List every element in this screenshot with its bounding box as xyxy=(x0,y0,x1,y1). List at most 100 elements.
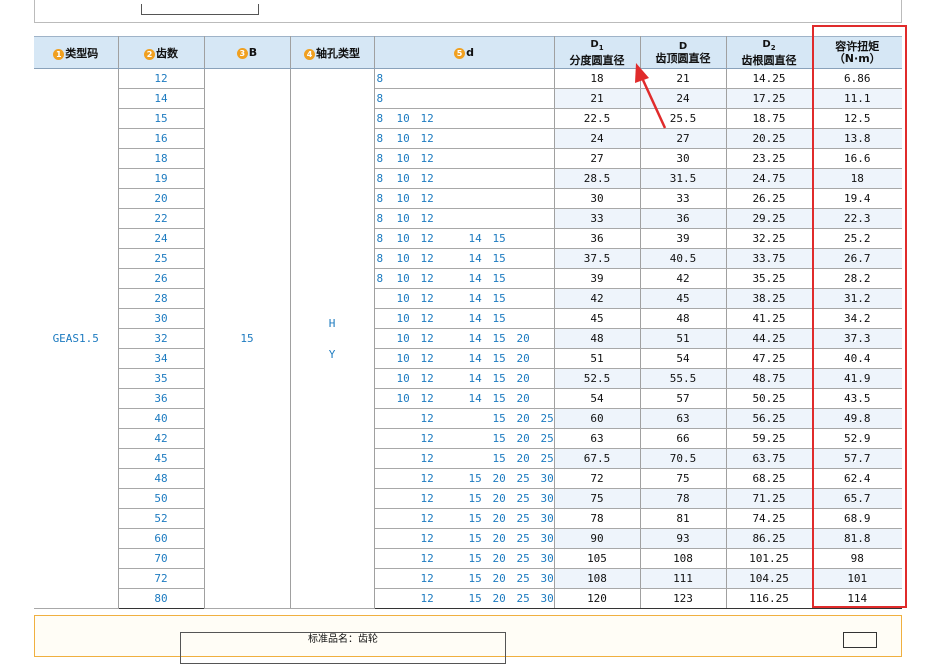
col-type-code: 1 类型码 xyxy=(34,36,119,69)
da-value: 81 xyxy=(676,512,690,525)
d-option: 12 xyxy=(420,112,434,125)
torque-value: 11.1 xyxy=(844,92,871,105)
torque-cell: 43.5 xyxy=(812,388,902,409)
teeth-cell: 19 xyxy=(118,168,205,189)
teeth-cell: 60 xyxy=(118,528,205,549)
badge-4: 4 xyxy=(304,48,315,60)
table-row: 70 12 15 20 25 30 105 108 101.25 98 xyxy=(34,548,902,569)
teeth-cell: 40 xyxy=(118,408,205,429)
teeth-value: 26 xyxy=(154,272,168,285)
d1-value: 108 xyxy=(587,572,607,585)
da-value: 31.5 xyxy=(669,172,697,185)
teeth-value: 18 xyxy=(154,152,168,165)
col-bore-type: 4 轴孔类型 xyxy=(290,36,375,69)
d-cell: 8 10 12 xyxy=(374,208,555,229)
teeth-value: 22 xyxy=(154,212,168,225)
d-option: 30 xyxy=(540,572,554,585)
d-option: 15 xyxy=(492,452,506,465)
df-cell: 26.25 xyxy=(726,188,813,209)
da-cell: 55.5 xyxy=(640,368,727,389)
d-option: 10 xyxy=(396,252,410,265)
d-option: 12 xyxy=(420,532,434,545)
d-option: 12 xyxy=(420,352,434,365)
da-value: 30 xyxy=(676,152,690,165)
d-option: 12 xyxy=(420,412,434,425)
df-value: 24.75 xyxy=(752,172,786,185)
table-row: 14 8 21 24 17.25 11.1 xyxy=(34,88,902,109)
d-cell: 8 10 12 14 15 xyxy=(374,228,555,249)
teeth-cell: 28 xyxy=(118,288,205,309)
df-value: 26.25 xyxy=(752,192,786,205)
d-option: 14 xyxy=(468,352,482,365)
product-name-box: 标准品名：齿轮 xyxy=(180,632,506,664)
col-type-code-label: 类型码 xyxy=(65,46,99,60)
d1-value: 72 xyxy=(590,472,604,485)
df-cell: 24.75 xyxy=(726,168,813,189)
table-row: 25 8 10 12 14 15 37.5 40.5 33.75 26.7 xyxy=(34,248,902,269)
col-torque-label: 容许扭矩 xyxy=(835,39,880,53)
df-cell: 101.25 xyxy=(726,548,813,569)
table-row: 72 12 15 20 25 30 108 111 104.25 101 xyxy=(34,568,902,589)
torque-cell: 49.8 xyxy=(812,408,902,429)
df-cell: 23.25 xyxy=(726,148,813,169)
d-option: 15 xyxy=(468,532,482,545)
col-d1-sub: 1 xyxy=(598,44,604,53)
df-cell: 44.25 xyxy=(726,328,813,349)
col-d1: D1 分度圆直径 xyxy=(554,36,641,69)
teeth-value: 80 xyxy=(154,592,168,605)
torque-cell: 37.3 xyxy=(812,328,902,349)
product-name-label: 标准品名：齿轮 xyxy=(308,634,378,645)
d1-cell: 120 xyxy=(554,588,641,609)
d-option: 12 xyxy=(420,292,434,305)
d-option: 12 xyxy=(420,232,434,245)
d-option: 30 xyxy=(540,492,554,505)
col-df-sym: D xyxy=(762,39,771,51)
d1-cell: 27 xyxy=(554,148,641,169)
da-cell: 57 xyxy=(640,388,727,409)
header-row: 1 类型码 2 齿数 3B 4 轴孔类型 5d D1 分度圆直径 D 齿顶圆直径 D2 齿根… xyxy=(34,36,902,69)
d1-cell: 54 xyxy=(554,388,641,409)
da-cell: 45 xyxy=(640,288,727,309)
teeth-value: 45 xyxy=(154,452,168,465)
d-cell: 10 12 14 15 20 xyxy=(374,388,555,409)
d-option: 8 xyxy=(376,192,384,205)
torque-cell: 68.9 xyxy=(812,508,902,529)
d-option: 15 xyxy=(492,392,506,405)
bore-type-y: Y xyxy=(328,347,336,361)
d-option: 25 xyxy=(540,452,554,465)
df-value: 68.25 xyxy=(752,472,786,485)
d-option: 20 xyxy=(492,492,506,505)
df-value: 48.75 xyxy=(752,372,786,385)
d-option: 20 xyxy=(492,552,506,565)
df-cell: 20.25 xyxy=(726,128,813,149)
d-option: 8 xyxy=(376,272,384,285)
d-option: 12 xyxy=(420,212,434,225)
d-option: 20 xyxy=(516,392,530,405)
df-value: 33.75 xyxy=(752,252,786,265)
d-cell: 12 15 20 25 xyxy=(374,408,555,429)
d-option: 12 xyxy=(420,432,434,445)
d1-value: 75 xyxy=(590,492,604,505)
col-bore-type-label: 轴孔类型 xyxy=(316,46,360,60)
df-value: 86.25 xyxy=(752,532,786,545)
torque-value: 68.9 xyxy=(844,512,871,525)
torque-value: 31.2 xyxy=(844,292,871,305)
d1-cell: 30 xyxy=(554,188,641,209)
teeth-cell: 15 xyxy=(118,108,205,129)
d-option: 15 xyxy=(468,492,482,505)
df-cell: 38.25 xyxy=(726,288,813,309)
d-option: 12 xyxy=(420,572,434,585)
d-option: 10 xyxy=(396,292,410,305)
d1-cell: 90 xyxy=(554,528,641,549)
spec-table: 1 类型码 2 齿数 3B 4 轴孔类型 5d D1 分度圆直径 D 齿顶圆直径 D2 齿根… xyxy=(34,36,902,609)
teeth-value: 50 xyxy=(154,492,168,505)
df-cell: 41.25 xyxy=(726,308,813,329)
d1-value: 33 xyxy=(590,212,604,225)
d-option: 15 xyxy=(468,552,482,565)
df-value: 59.25 xyxy=(752,432,786,445)
df-cell: 59.25 xyxy=(726,428,813,449)
type-code-cell: GEAS1.5 xyxy=(34,68,119,609)
d-cell: 10 12 14 15 20 xyxy=(374,348,555,369)
torque-value: 18 xyxy=(850,172,864,185)
bottom-right-icon xyxy=(843,632,877,648)
